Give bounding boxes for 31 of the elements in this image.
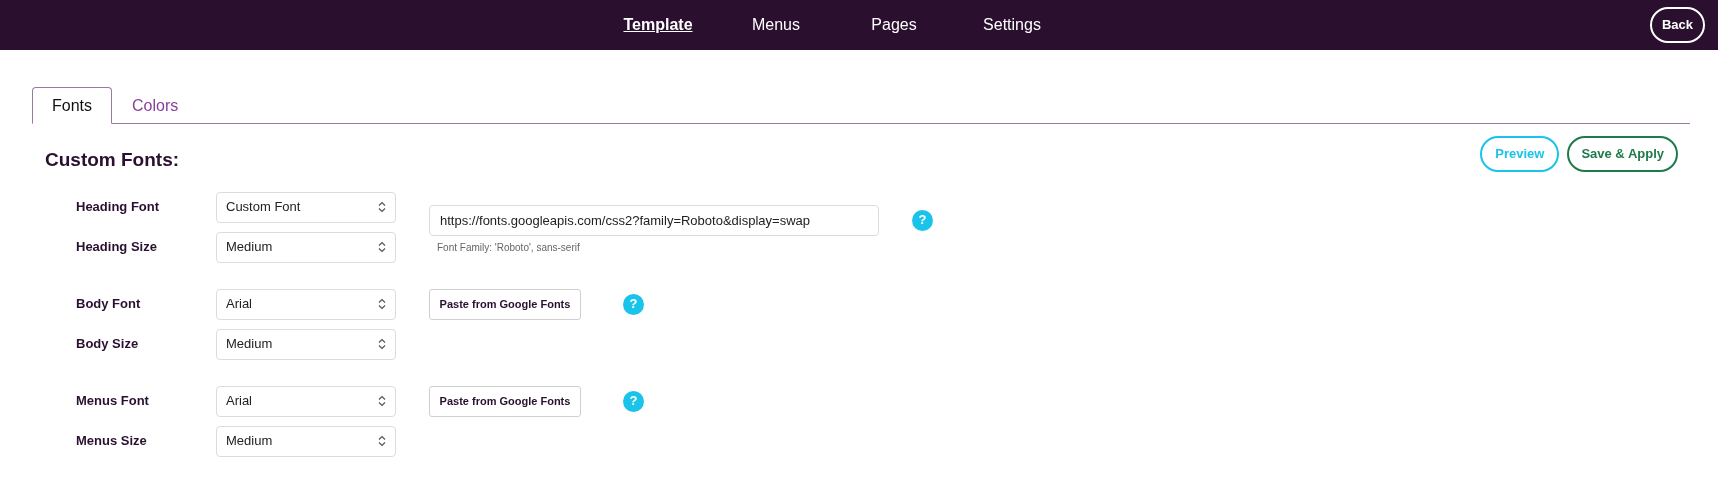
select-field[interactable]: Medium — [216, 231, 396, 263]
nav-link[interactable]: Template — [623, 13, 693, 37]
paste-button[interactable]: Paste from Google Fonts — [429, 385, 581, 417]
chevron-icon — [378, 395, 386, 407]
select-field[interactable]: Arial — [216, 288, 396, 320]
save-apply-button[interactable]: Save & Apply — [1567, 136, 1678, 172]
field-label: Body Size — [76, 335, 140, 354]
chevron-icon — [378, 241, 386, 253]
chevron-icon — [378, 298, 386, 310]
url-field[interactable]: https://fonts.googleapis.com/css2?family=Roboto&display=swap — [429, 204, 879, 236]
field-label: Heading Font — [76, 198, 161, 217]
tab[interactable]: Colors — [112, 87, 199, 124]
select-field[interactable]: Medium — [216, 328, 396, 360]
select-field[interactable]: Arial — [216, 385, 396, 417]
paste-button[interactable]: Paste from Google Fonts — [429, 288, 581, 320]
chevron-icon — [378, 435, 386, 447]
back-button[interactable]: Back — [1649, 7, 1705, 43]
nav-link[interactable]: Pages — [859, 13, 929, 37]
tab[interactable]: Fonts — [32, 87, 112, 124]
nav-link[interactable]: Menus — [741, 13, 811, 37]
field-label: Heading Size — [76, 238, 158, 257]
field-label: Body Font — [76, 295, 142, 314]
field-label: Menus Size — [76, 432, 148, 451]
section-heading: Custom Fonts: — [44, 148, 180, 172]
nav-link[interactable]: Settings — [977, 13, 1047, 37]
chevron-icon — [378, 338, 386, 350]
chevron-icon — [378, 201, 386, 213]
field-label: Menus Font — [76, 392, 150, 411]
select-field[interactable]: Medium — [216, 425, 396, 457]
font-family-hint: Font Family: 'Roboto', sans-serif — [436, 240, 581, 255]
select-field[interactable]: Custom Font — [216, 191, 396, 223]
